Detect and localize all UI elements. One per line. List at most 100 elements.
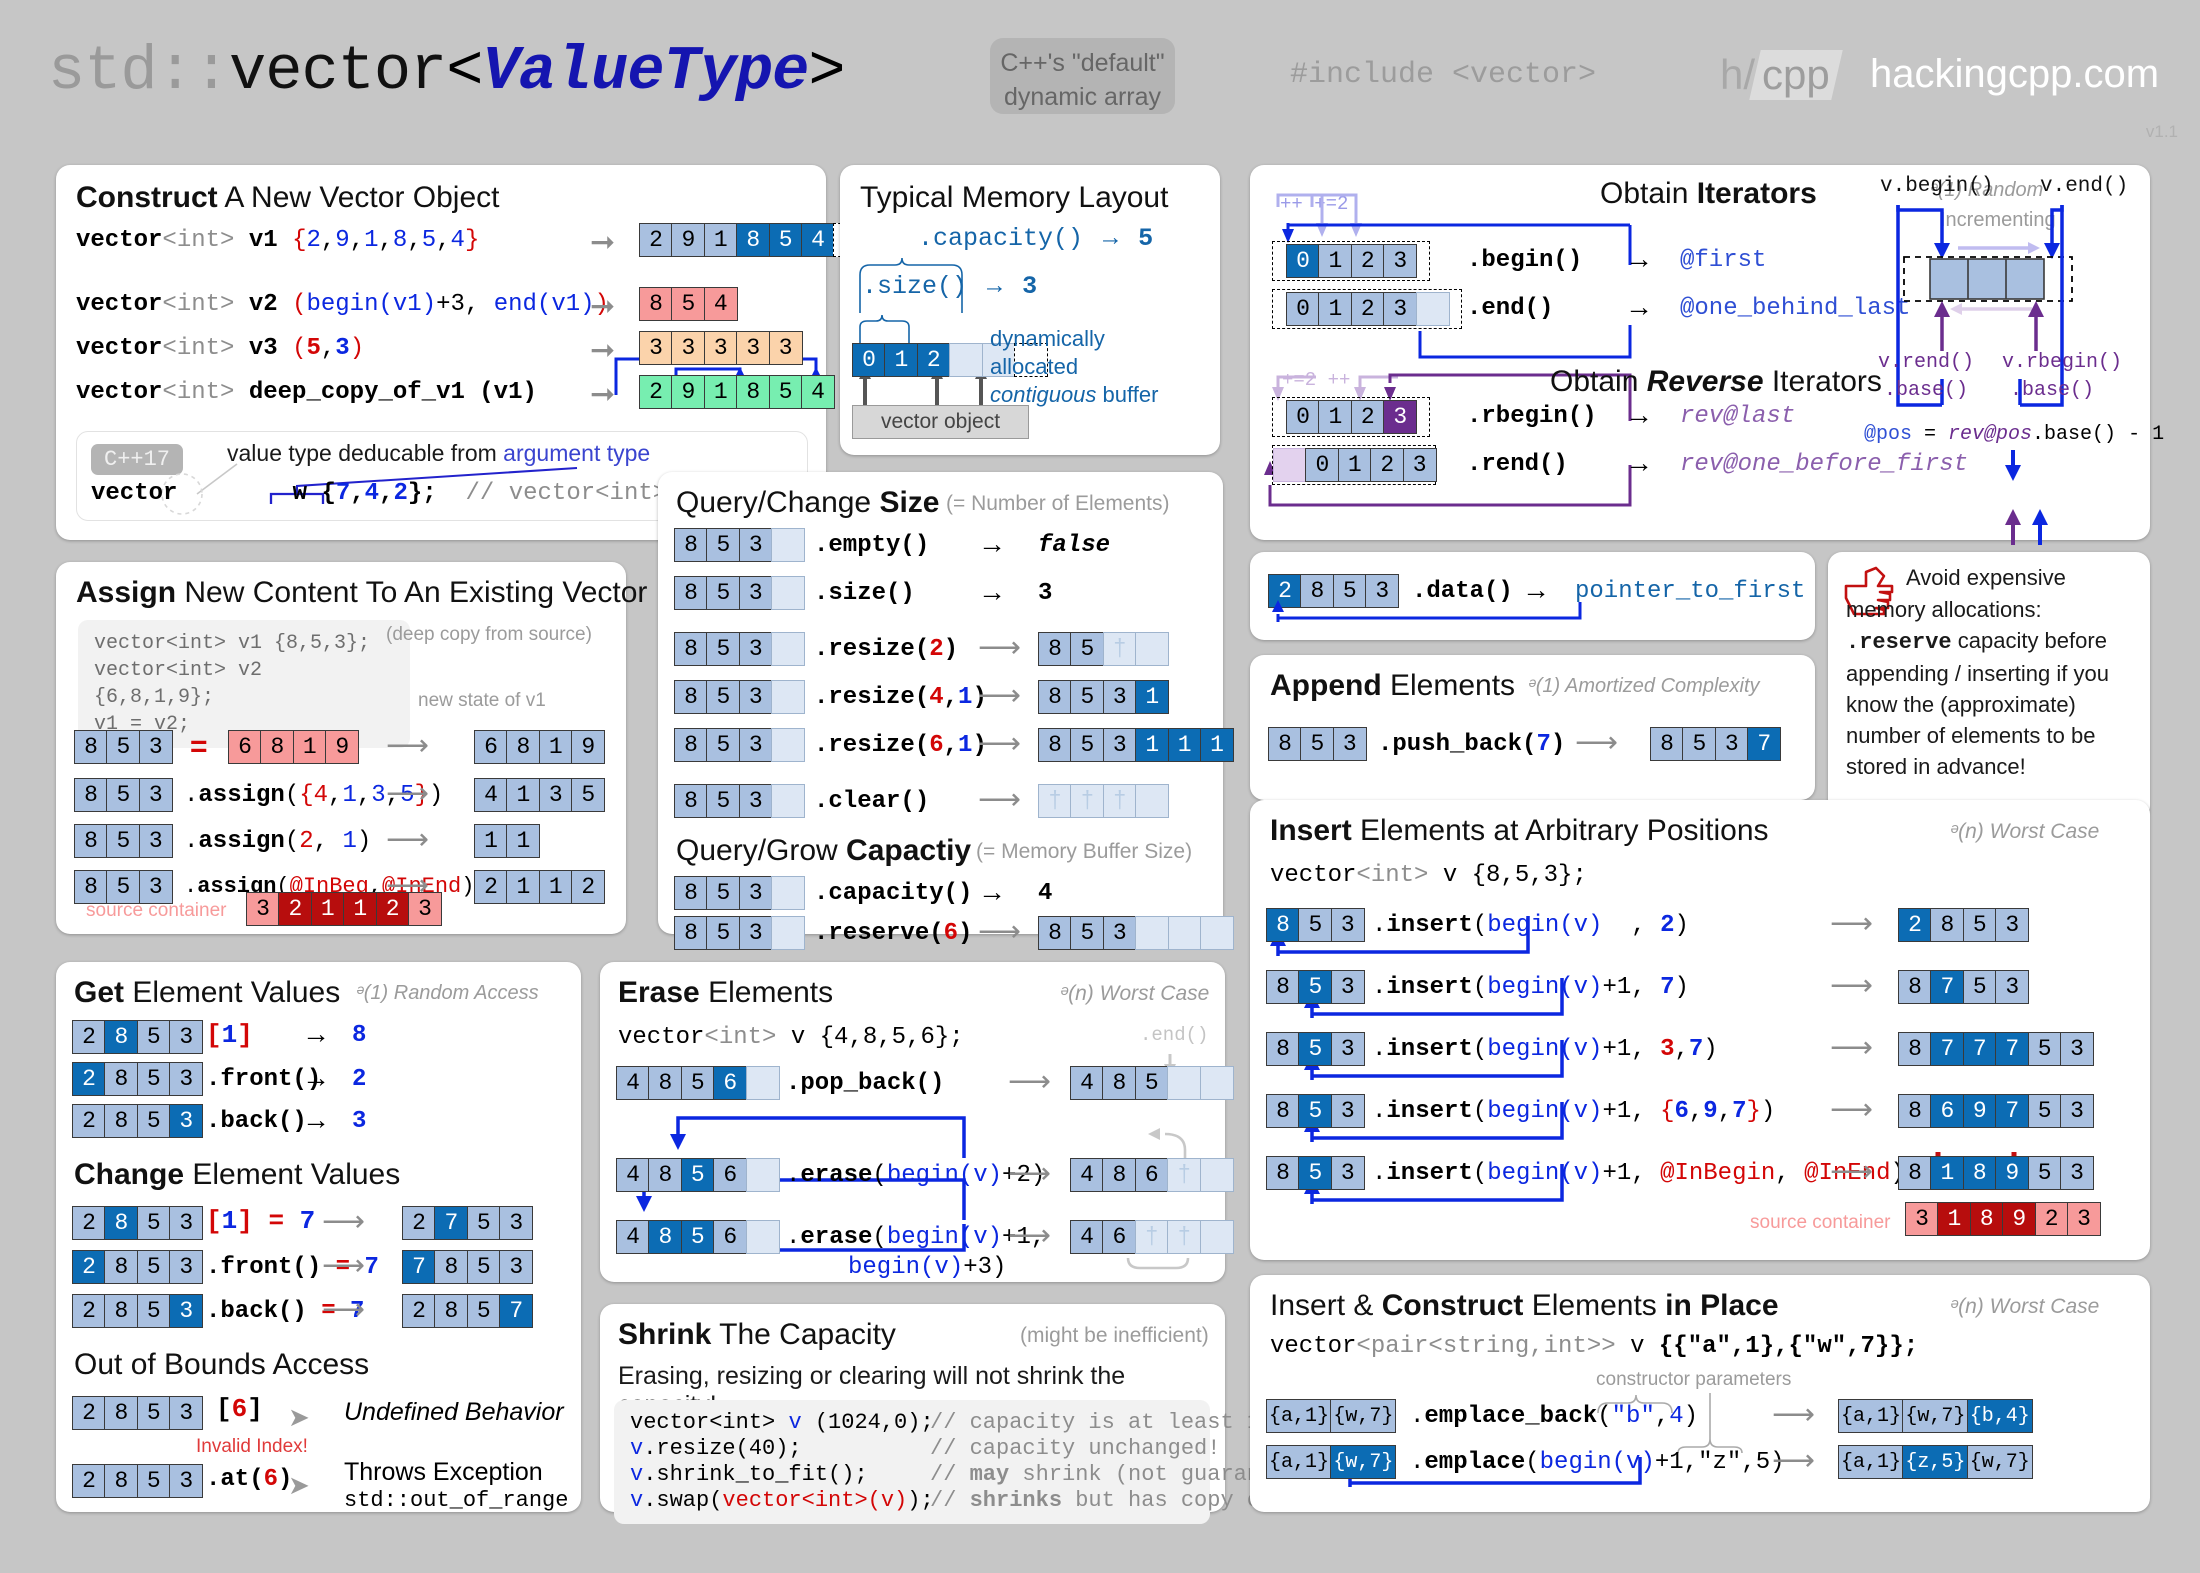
insert-arrows [1270, 916, 2023, 1204]
cell-destroyed: † [1070, 784, 1105, 818]
get-row-2-arrow: → [302, 1104, 330, 1135]
cell: 2 [72, 1250, 106, 1284]
emplace-card: Insert & Construct Elements in Place ᵊ(n… [1250, 1275, 2150, 1512]
size-row-4-call: .resize(6,1) [814, 732, 987, 759]
cell: 5 [671, 287, 706, 321]
end-array: 0 1 2 3 [1272, 289, 1463, 329]
cell-unused [1200, 916, 1235, 950]
oob-row-0-result: Undefined Behavior [344, 1398, 564, 1426]
cell: 1 [1318, 292, 1353, 326]
insert-row-1-array: 8 5 3 [1266, 970, 1365, 1004]
cell: 3 [671, 331, 706, 365]
capacity-row-1-array: 8 5 3 [674, 916, 806, 950]
cell: 3 [768, 331, 803, 365]
cell: 3 [1330, 970, 1365, 1004]
construct-row-3-array: 2 9 1 8 5 4 [639, 375, 836, 409]
cell: 5 [706, 876, 741, 910]
cell: 8 [1898, 1032, 1932, 1066]
cell: 3 [1995, 970, 2030, 1004]
cell: 5 [1070, 728, 1105, 762]
cell: 5 [2027, 1032, 2062, 1066]
cell: 5 [2027, 1094, 2062, 1128]
emplace-row-1-array: {a,1} {w,7} [1266, 1445, 1397, 1479]
cell: 0 [1286, 244, 1320, 278]
assign-source-label: source container [86, 900, 227, 921]
shrink-line-0: vector<int> v (1024,0);// capacity is at… [630, 1410, 1300, 1435]
size-row-1-array: 8 5 3 [674, 576, 806, 610]
cell: 2 [72, 1294, 106, 1328]
capacity-row-1-arrow: ⟶ [978, 915, 1022, 948]
cell: 2 [639, 223, 673, 257]
cell: 3 [169, 1250, 204, 1284]
size-row-3-array: 8 5 3 [674, 680, 806, 714]
cell: 8 [1962, 1156, 1997, 1190]
emplace-row-1-arrow: ⟶ [1772, 1444, 1816, 1477]
cell: 6 [713, 1066, 748, 1100]
cell: 7 [1995, 1032, 2030, 1066]
cell: 3 [408, 892, 443, 926]
rend-yields-arrow: → [1625, 447, 1653, 478]
cell: 6 [1102, 1220, 1137, 1254]
cell: 3 [1330, 1032, 1365, 1066]
get-title: Get Element Values [74, 976, 341, 1009]
cell-past-end [1415, 292, 1450, 326]
cell: 1 [1318, 244, 1353, 278]
cell: 3 [169, 1396, 204, 1430]
shrink-line-2: v.shrink_to_fit();// may shrink (not gua… [630, 1462, 1327, 1487]
cell: 8 [648, 1220, 683, 1254]
cell: 5 [1134, 1066, 1169, 1100]
cell: 3 [639, 331, 673, 365]
cell: 7 [1747, 727, 1782, 761]
cell-unused [771, 528, 806, 562]
size-note: (= Number of Elements) [946, 492, 1170, 515]
change-row-0-array: 2 8 5 3 [72, 1206, 204, 1240]
size-row-5-result: † † † [1038, 784, 1170, 818]
cell-unused [1199, 1066, 1234, 1100]
size-row-4-result: 8 5 3 1 1 1 [1038, 728, 1235, 762]
cell: 2 [916, 343, 951, 377]
erase-row-0-array: 4 8 5 6 [616, 1066, 780, 1100]
size-row-4-arrow: ⟶ [978, 727, 1022, 760]
cell: 8 [1038, 916, 1072, 950]
cell: 2 [1370, 448, 1405, 482]
cell: 3 [246, 892, 280, 926]
cell: 8 [434, 1294, 469, 1328]
insert-row-0-result: 2 8 5 3 [1898, 908, 2030, 942]
rend-call: .rend() [1467, 451, 1568, 478]
cell: 3 [499, 1206, 534, 1240]
insert-row-0-arrow: ⟶ [1830, 907, 1874, 940]
rbegin-call: .rbegin() [1467, 403, 1597, 430]
cell: 8 [1898, 1156, 1932, 1190]
cell: 9 [671, 375, 706, 409]
capacity-title: Query/Grow Capactiy [676, 834, 972, 867]
begin-call: .begin() [1467, 247, 1583, 274]
change-row-1-arrow: ⟶ [322, 1249, 366, 1282]
cell: 5 [466, 1250, 501, 1284]
cell: 4 [801, 375, 836, 409]
insert-row-1-result: 8 7 5 3 [1898, 970, 2030, 1004]
cell: 8 [1898, 1094, 1932, 1128]
title-angle-close: > [808, 36, 845, 107]
cell: 4 [801, 223, 836, 257]
get-row-1-arrow: → [302, 1062, 330, 1093]
insert-row-3-call: .insert(begin(v)+1, {6,9,7}) [1372, 1098, 1776, 1125]
hackingcpp-logo: h/cpp [1720, 50, 1843, 100]
cell: 6 [1134, 1158, 1169, 1192]
cell: 8 [104, 1062, 139, 1096]
cell: 3 [169, 1206, 204, 1240]
cell: 3 [1383, 244, 1418, 278]
shrink-code-block: vector<int> v (1024,0);// capacity is at… [614, 1400, 1352, 1524]
cell: 5 [706, 576, 741, 610]
get-row-2-call: .back() [206, 1108, 307, 1135]
cell: 8 [648, 1066, 683, 1100]
insert-row-0-call: .insert(begin(v) , 2) [1372, 912, 1689, 939]
cell: 5 [706, 728, 741, 762]
capacity-row-1-call: .reserve(6) [814, 920, 973, 947]
size-row-3-call: .resize(4,1) [814, 684, 987, 711]
get-change-card: Get Element Values ᵊ(1) Random Access 2 … [56, 962, 581, 1513]
begin-array: 0 1 2 3 [1272, 241, 1430, 281]
cell-unused [771, 576, 806, 610]
change-row-1-result: 7 8 5 3 [402, 1250, 534, 1284]
cell: 6 [713, 1220, 748, 1254]
shrink-note: (might be inefficient) [1020, 1324, 1209, 1347]
